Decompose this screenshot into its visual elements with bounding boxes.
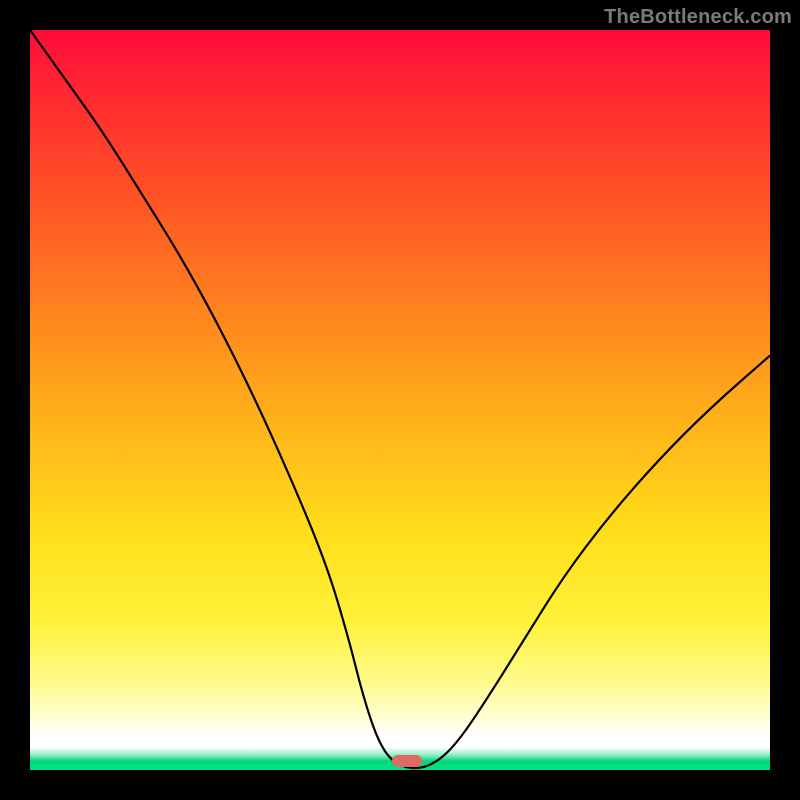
curve-layer xyxy=(30,30,770,770)
minimum-marker-pill xyxy=(392,755,422,767)
watermark-text: TheBottleneck.com xyxy=(604,6,792,29)
plot-area xyxy=(30,30,770,770)
chart-frame: TheBottleneck.com xyxy=(0,0,800,800)
bottleneck-curve xyxy=(30,30,770,768)
